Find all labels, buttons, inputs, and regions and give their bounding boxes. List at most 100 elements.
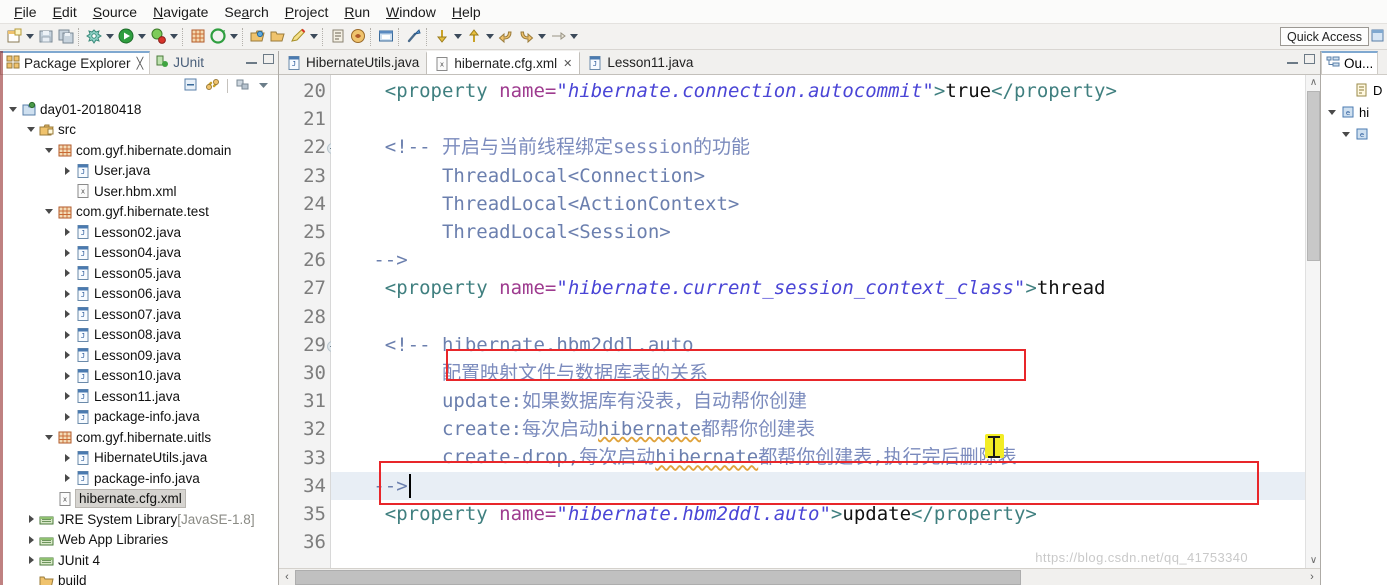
menu-window[interactable]: Window [378,2,444,22]
tree-item-lesson11-java[interactable]: J Lesson11.java [0,386,278,407]
external-tools-icon[interactable] [348,27,368,47]
save-icon[interactable] [36,27,56,47]
chevron-right-icon[interactable] [60,345,74,365]
editor-vertical-scrollbar[interactable]: ∧ ∨ [1305,75,1320,568]
outline-item[interactable]: e [1321,123,1387,145]
code-line-30[interactable]: 配置映射文件与数据库表的关系 [331,359,1320,387]
chevron-right-icon[interactable] [60,386,74,406]
chevron-right-icon[interactable] [60,325,74,345]
scroll-left-icon[interactable]: ‹ [279,570,295,585]
editor-tab-hibernateutils-java[interactable]: J HibernateUtils.java [279,51,426,74]
tree-item-junit-4[interactable]: JUnit 4 [0,550,278,571]
back-icon[interactable] [496,27,516,47]
build-icon[interactable] [84,27,104,47]
close-icon[interactable]: ✕ [563,57,572,70]
tree-item-package-info-java[interactable]: Jpackage-info.java [0,407,278,428]
chevron-right-icon[interactable] [60,366,74,386]
tree-item-lesson02-java[interactable]: J Lesson02.java [0,222,278,243]
scroll-down-icon[interactable]: ∨ [1306,553,1320,568]
scroll-up-icon[interactable]: ∧ [1306,75,1320,90]
chevron-down-icon[interactable] [6,99,20,119]
chevron-right-icon[interactable] [60,263,74,283]
tree-item-lesson04-java[interactable]: J Lesson04.java [0,243,278,264]
tree-item-jre-system-library[interactable]: JRE System Library [JavaSE-1.8] [0,509,278,530]
code-line-26[interactable]: --> [331,246,1320,274]
menu-help[interactable]: Help [444,2,489,22]
link-with-editor-icon[interactable] [205,77,220,95]
tree-item-package-info-java[interactable]: Jpackage-info.java [0,468,278,489]
chevron-right-icon[interactable] [60,304,74,324]
code-line-31[interactable]: update: 如果数据库有没表，自动帮你创建 [331,387,1320,415]
menu-search[interactable]: Search [216,2,276,22]
chevron-right-icon[interactable] [24,530,38,550]
chevron-down-icon[interactable] [24,120,38,140]
tree-item-com-gyf-hibernate-domain[interactable]: com.gyf.hibernate.domain [0,140,278,161]
code-line-25[interactable]: ThreadLocal<Session> [331,218,1320,246]
debug-icon[interactable] [148,27,168,47]
new-wizard-dropdown-icon[interactable] [24,27,36,47]
perspective-switcher-icon[interactable] [1371,28,1385,44]
run-dropdown-icon[interactable] [136,27,148,47]
edit-icon[interactable] [288,27,308,47]
code-line-27[interactable]: <property name= "hibernate.current_sessio… [331,274,1320,302]
tree-item-hibernateutils-java[interactable]: J HibernateUtils.java [0,448,278,469]
editor-horizontal-scrollbar[interactable]: ‹ › [279,568,1320,585]
new-wizard-icon[interactable] [4,27,24,47]
tree-item-lesson05-java[interactable]: J Lesson05.java [0,263,278,284]
chevron-right-icon[interactable] [24,550,38,570]
toggle-breakpoint-icon[interactable] [328,27,348,47]
code-line-20[interactable]: <property name= "hibernate.connection.aut… [331,77,1320,105]
console-icon[interactable] [376,27,396,47]
menu-run[interactable]: Run [336,2,378,22]
build-dropdown-icon[interactable] [104,27,116,47]
new-java-class-icon[interactable] [208,27,228,47]
chevron-right-icon[interactable] [60,222,74,242]
code-line-21[interactable] [331,105,1320,133]
code-line-24[interactable]: ThreadLocal<ActionContext> [331,190,1320,218]
quick-access-field[interactable]: Quick Access [1279,27,1369,46]
tab-package-explorer[interactable]: Package Explorer ╳ [0,51,151,74]
code-editor[interactable]: <property name= "hibernate.connection.aut… [331,75,1320,568]
editor-tab-lesson11-java[interactable]: J Lesson11.java [580,51,700,74]
save-all-icon[interactable] [56,27,76,47]
maximize-icon[interactable] [263,54,274,64]
editor-maximize-icon[interactable] [1304,54,1315,64]
tree-item-user-java[interactable]: J User.java [0,161,278,182]
tree-item-src[interactable]: src [0,120,278,141]
tree-item-lesson08-java[interactable]: J Lesson08.java [0,325,278,346]
vertical-scroll-thumb[interactable] [1307,91,1320,261]
tree-item-hibernate-cfg-xml[interactable]: x hibernate.cfg.xml [0,489,278,510]
outline-item[interactable]: D [1321,79,1387,101]
tree-item-com-gyf-hibernate-test[interactable]: com.gyf.hibernate.test [0,202,278,223]
horizontal-scroll-thumb[interactable] [295,569,1022,585]
tree-item-lesson07-java[interactable]: J Lesson07.java [0,304,278,325]
debug-dropdown-icon[interactable] [168,27,180,47]
code-line-23[interactable]: ThreadLocal<Connection> [331,162,1320,190]
chevron-down-icon[interactable] [1325,102,1339,122]
run-icon[interactable] [116,27,136,47]
new-class-dropdown-icon[interactable] [228,27,240,47]
open-type-icon[interactable] [248,27,268,47]
close-icon[interactable]: ╳ [137,57,144,70]
code-line-33[interactable]: create-drop, 每次启动 hibernate 都帮你创建表,执行完后删除表 [331,443,1320,471]
new-java-package-icon[interactable] [188,27,208,47]
chevron-right-icon[interactable] [60,161,74,181]
chevron-down-icon[interactable] [1339,124,1353,144]
tree-item-build[interactable]: build [0,571,278,585]
collapse-all-icon[interactable] [183,77,198,95]
code-line-34[interactable]: --> [331,471,1320,500]
chevron-right-icon[interactable] [60,468,74,488]
next-annotation-icon[interactable] [432,27,452,47]
next-annotation-dropdown-icon[interactable] [452,27,464,47]
code-line-32[interactable]: create: 每次启动 hibernate 都帮你创建表 [331,415,1320,443]
chevron-down-icon[interactable] [42,427,56,447]
previous-annotation-icon[interactable] [464,27,484,47]
outline-tree[interactable]: De hi e [1321,75,1387,585]
chevron-down-icon[interactable] [42,202,56,222]
tree-item-com-gyf-hibernate-uitls[interactable]: com.gyf.hibernate.uitls [0,427,278,448]
chevron-right-icon[interactable] [24,509,38,529]
outline-item[interactable]: e hi [1321,101,1387,123]
previous-annotation-dropdown-icon[interactable] [484,27,496,47]
pin-editor-icon[interactable] [548,27,568,47]
tree-item-lesson10-java[interactable]: J Lesson10.java [0,366,278,387]
